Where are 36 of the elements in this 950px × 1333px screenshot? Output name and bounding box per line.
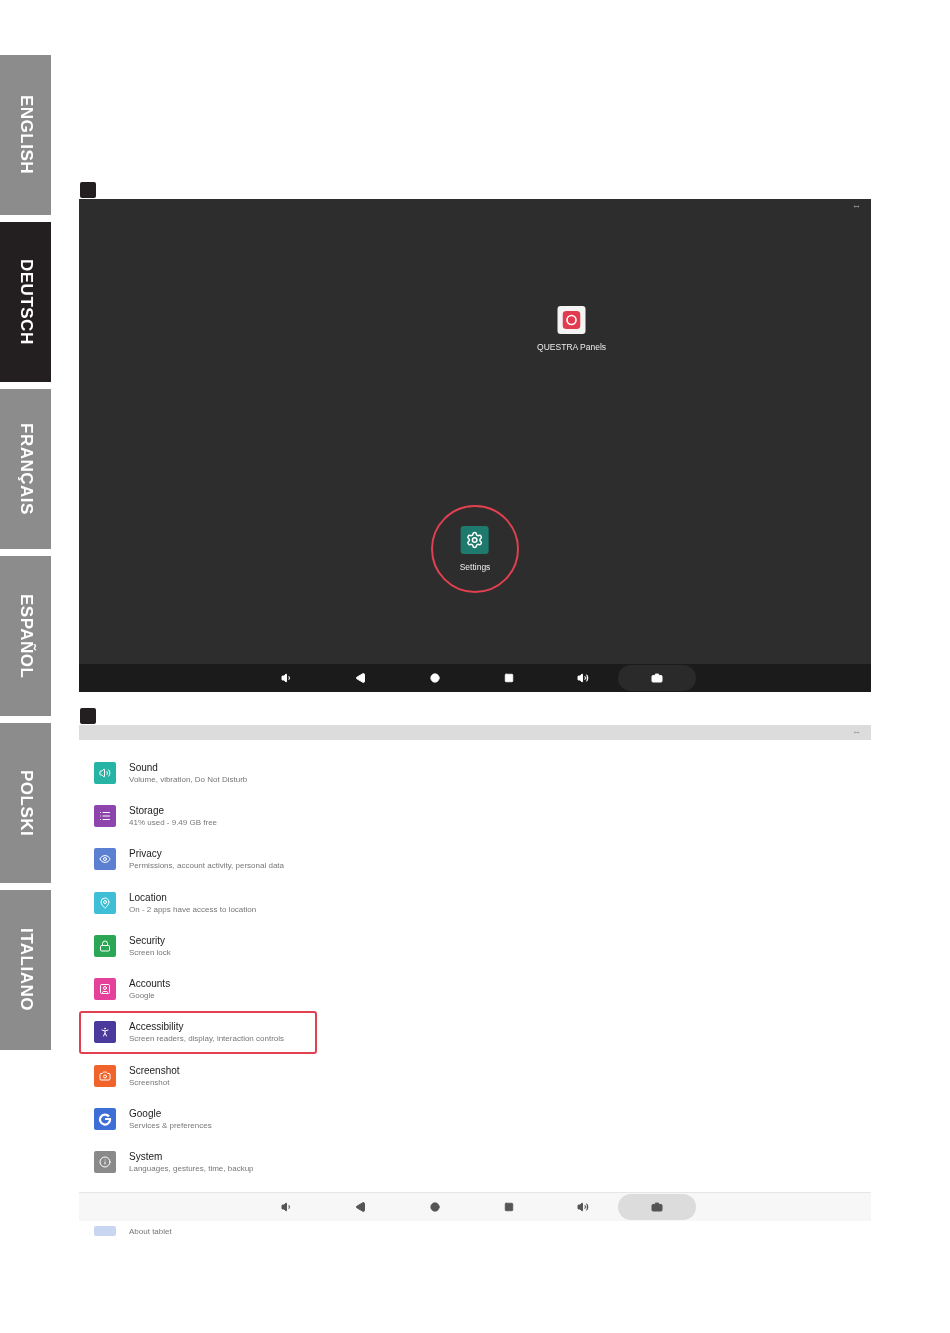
resize-glyph: ↔ (852, 726, 861, 736)
app-label: QUESTRA Panels (537, 342, 607, 352)
settings-item[interactable]: Sound Volume, vibration, Do Not Disturb (79, 751, 317, 795)
settings-item[interactable]: System Languages, gestures, time, backup (79, 1140, 317, 1184)
item-title: Privacy (129, 848, 163, 860)
settings-item[interactable]: Location On - 2 apps have access to location (79, 880, 317, 925)
item-title: Google (129, 1108, 163, 1119)
settings-item[interactable]: Privacy Permissions, account activity, personal data (79, 837, 317, 881)
settings-item[interactable]: Accounts Google (79, 967, 317, 1011)
settings-item[interactable]: Storage 41% used - 9.49 GB free (79, 794, 317, 838)
item-title: Accessibility (129, 1021, 185, 1033)
settings-item[interactable]: Accessibility Screen readers, display, interaction controls (79, 1010, 317, 1055)
app-label: Settings (459, 562, 491, 572)
item-subtitle: Services & preferences (129, 1121, 212, 1130)
item-title: Sound (129, 761, 159, 773)
settings-item[interactable]: Screenshot Screenshot (79, 1054, 317, 1098)
item-title: Security (129, 934, 167, 946)
settings-item[interactable]: Google Services & preferences (79, 1097, 317, 1141)
item-subtitle: Permissions, account activity, personal data (129, 861, 285, 871)
item-title: Location (129, 891, 168, 903)
language-tab[interactable]: DEUTSCH (0, 222, 51, 382)
item-subtitle: Languages, gestures, time, backup (129, 1164, 254, 1174)
item-title: Storage (129, 804, 166, 816)
item-subtitle: 41% used - 9.49 GB free (129, 817, 218, 827)
item-title: About tablet (129, 1226, 172, 1236)
resize-glyph: ↔ (852, 200, 861, 210)
item-subtitle: Volume, vibration, Do Not Disturb (129, 774, 248, 784)
item-title: Accounts (129, 978, 171, 990)
item-title: Screenshot (129, 1064, 180, 1076)
settings-item[interactable]: Security Screen lock (79, 924, 317, 968)
item-subtitle: Screen readers, display, interaction controls (129, 1034, 285, 1044)
item-subtitle: Screenshot (129, 1077, 171, 1087)
item-subtitle: Screen lock (129, 947, 171, 957)
item-subtitle: On - 2 apps have access to location (129, 904, 257, 914)
item-subtitle: Google (129, 991, 156, 1001)
item-title: System (129, 1151, 164, 1163)
